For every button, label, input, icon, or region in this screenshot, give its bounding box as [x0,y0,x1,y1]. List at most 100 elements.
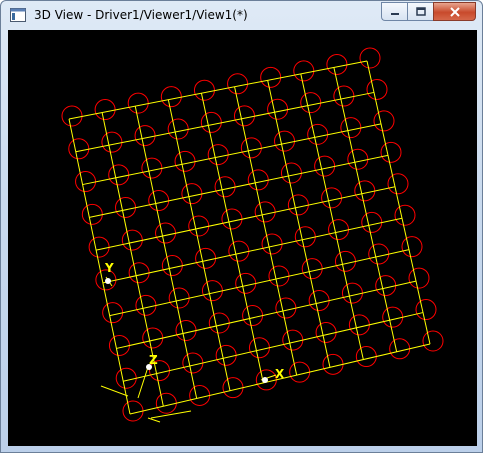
node-circle [228,240,250,262]
grid-line-row [96,186,396,251]
x-axis-marker [262,377,268,383]
node-circle [394,204,416,226]
grid-line-row [102,217,403,284]
grid-line-column [366,60,431,345]
node-circle [242,305,264,327]
node-circle [75,171,97,193]
node-circle [328,219,350,241]
node-circle [168,287,190,309]
grid-line-column [300,73,364,360]
axis-label-x: X [275,367,285,381]
grid-line-column [68,118,131,415]
node-circle [334,250,356,272]
node-circle [233,105,255,127]
grid-line-column [267,80,331,368]
node-circle [155,392,177,414]
node-circle [366,78,388,100]
node-circle [375,275,397,297]
node-circle [333,85,355,107]
close-icon [449,6,460,17]
node-circle [121,229,143,251]
z-axis-line [137,366,149,399]
node-circle [108,164,130,186]
node-circle [68,138,90,160]
node-circle [260,66,282,88]
node-circle [348,314,370,336]
axis-label-z: Z [149,353,158,367]
node-circle [227,73,249,95]
node-circle [289,361,311,383]
node-circle [401,236,423,258]
maximize-button[interactable] [407,2,433,21]
node-circle [382,306,404,328]
node-circle [208,312,230,334]
title-bar[interactable]: 3D View - Driver1/Viewer1/View1(*) [1,1,482,31]
node-circle [340,117,362,139]
node-circle [207,144,229,166]
node-circle [268,265,290,287]
node-circle [188,215,210,237]
node-circle [308,290,330,312]
grid-line-column [200,93,264,383]
node-circle [102,302,124,324]
3d-viewport[interactable]: Y Z X [8,30,477,446]
node-circle [135,294,157,316]
y-axis-marker [105,278,111,284]
node-circle [61,105,83,127]
node-circle [408,267,430,289]
node-circle [215,344,237,366]
node-circle [247,169,269,191]
node-circle [148,190,170,212]
close-button[interactable] [433,2,476,21]
node-circles [61,47,444,422]
node-circle [287,194,309,216]
node-circle [293,60,315,82]
node-circle [301,258,323,280]
node-circle [160,86,182,108]
3d-scene: Y Z X [61,47,444,423]
node-circle [326,53,348,75]
node-circle [254,201,276,223]
node-circle [300,92,322,114]
node-circle [280,162,302,184]
node-circle [275,297,297,319]
node-circle [182,352,204,374]
node-circle [359,47,381,69]
node-circle [315,321,337,343]
node-circle [141,157,163,179]
node-circle [387,173,409,195]
window-controls [381,2,476,22]
3d-view-window: 3D View - Driver1/Viewer1/View1(*) Y Z X [0,0,483,453]
node-circle [240,137,262,159]
app-window-icon [10,8,26,22]
node-circle [361,211,383,233]
node-circle [175,319,197,341]
window-title: 3D View - Driver1/Viewer1/View1(*) [34,8,248,22]
frame-line [147,417,161,423]
node-circle [267,98,289,120]
node-circle [127,92,149,114]
axis-label-y: Y [104,261,114,275]
node-circle [193,79,215,101]
grid-line-column [234,86,298,376]
node-circle [368,243,390,265]
node-circle [235,272,257,294]
node-circle [174,150,196,172]
node-circle [389,338,411,360]
node-circle [221,208,243,230]
node-circle [355,346,377,368]
node-circle [282,329,304,351]
node-circle [201,280,223,302]
node-circle [322,353,344,375]
grid-line-row [89,154,389,218]
node-circle [380,141,402,163]
node-circle [181,183,203,205]
node-circle [142,327,164,349]
node-circle [294,226,316,248]
maximize-icon [415,6,426,16]
node-circle [155,222,177,244]
grid-line-row [68,60,368,120]
node-circle [101,131,123,153]
minimize-button[interactable] [381,2,407,21]
node-circle [200,111,222,133]
